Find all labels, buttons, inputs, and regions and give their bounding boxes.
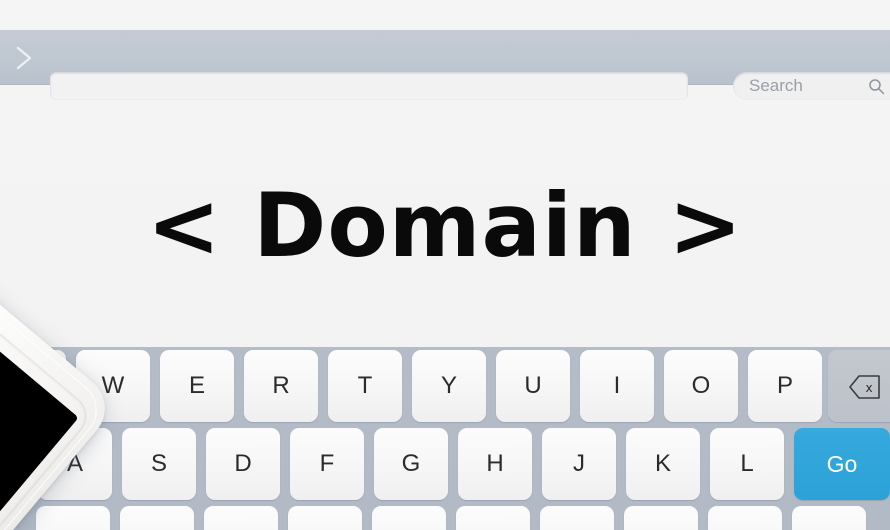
key-u[interactable]: U (496, 350, 570, 422)
key-row3-4[interactable] (288, 506, 362, 530)
key-j[interactable]: J (542, 428, 616, 500)
search-input[interactable]: Search (733, 72, 890, 100)
backspace-delete-icon: x (848, 372, 882, 399)
key-row3-3[interactable] (204, 506, 278, 530)
key-s[interactable]: S (122, 428, 196, 500)
key-h[interactable]: H (458, 428, 532, 500)
key-i[interactable]: I (580, 350, 654, 422)
browser-screenshot: < Domain > Search Q W E R T (0, 0, 890, 530)
key-e[interactable]: E (160, 350, 234, 422)
page-title: < Domain > (146, 174, 744, 277)
key-backspace[interactable]: x (828, 350, 890, 422)
key-r[interactable]: R (244, 350, 318, 422)
keyboard-row-qwerty: Q W E R T Y U I O P x (0, 350, 890, 428)
keyboard-row-asdf: A S D F G H J K L Go (0, 428, 890, 506)
key-row3-1[interactable] (36, 506, 110, 530)
chevron-right-icon[interactable] (10, 43, 38, 73)
svg-text:x: x (865, 381, 872, 395)
key-d[interactable]: D (206, 428, 280, 500)
key-y[interactable]: Y (412, 350, 486, 422)
key-g[interactable]: G (374, 428, 448, 500)
key-row3-5[interactable] (372, 506, 446, 530)
key-o[interactable]: O (664, 350, 738, 422)
key-row3-2[interactable] (120, 506, 194, 530)
key-row3-8[interactable] (624, 506, 698, 530)
url-input[interactable] (50, 72, 688, 100)
keyboard-row-zxcv (0, 506, 890, 530)
key-l[interactable]: L (710, 428, 784, 500)
key-k[interactable]: K (626, 428, 700, 500)
go-button[interactable]: Go (794, 428, 890, 500)
browser-toolbar: Search (0, 30, 890, 100)
key-row3-9[interactable] (708, 506, 782, 530)
key-row3-6[interactable] (456, 506, 530, 530)
key-row3-7[interactable] (540, 506, 614, 530)
on-screen-keyboard: Q W E R T Y U I O P x A S D F (0, 347, 890, 530)
magnifier-icon[interactable] (868, 78, 885, 95)
key-row3-10[interactable] (792, 506, 866, 530)
search-placeholder-text: Search (749, 76, 803, 95)
key-p[interactable]: P (748, 350, 822, 422)
key-f[interactable]: F (290, 428, 364, 500)
key-t[interactable]: T (328, 350, 402, 422)
